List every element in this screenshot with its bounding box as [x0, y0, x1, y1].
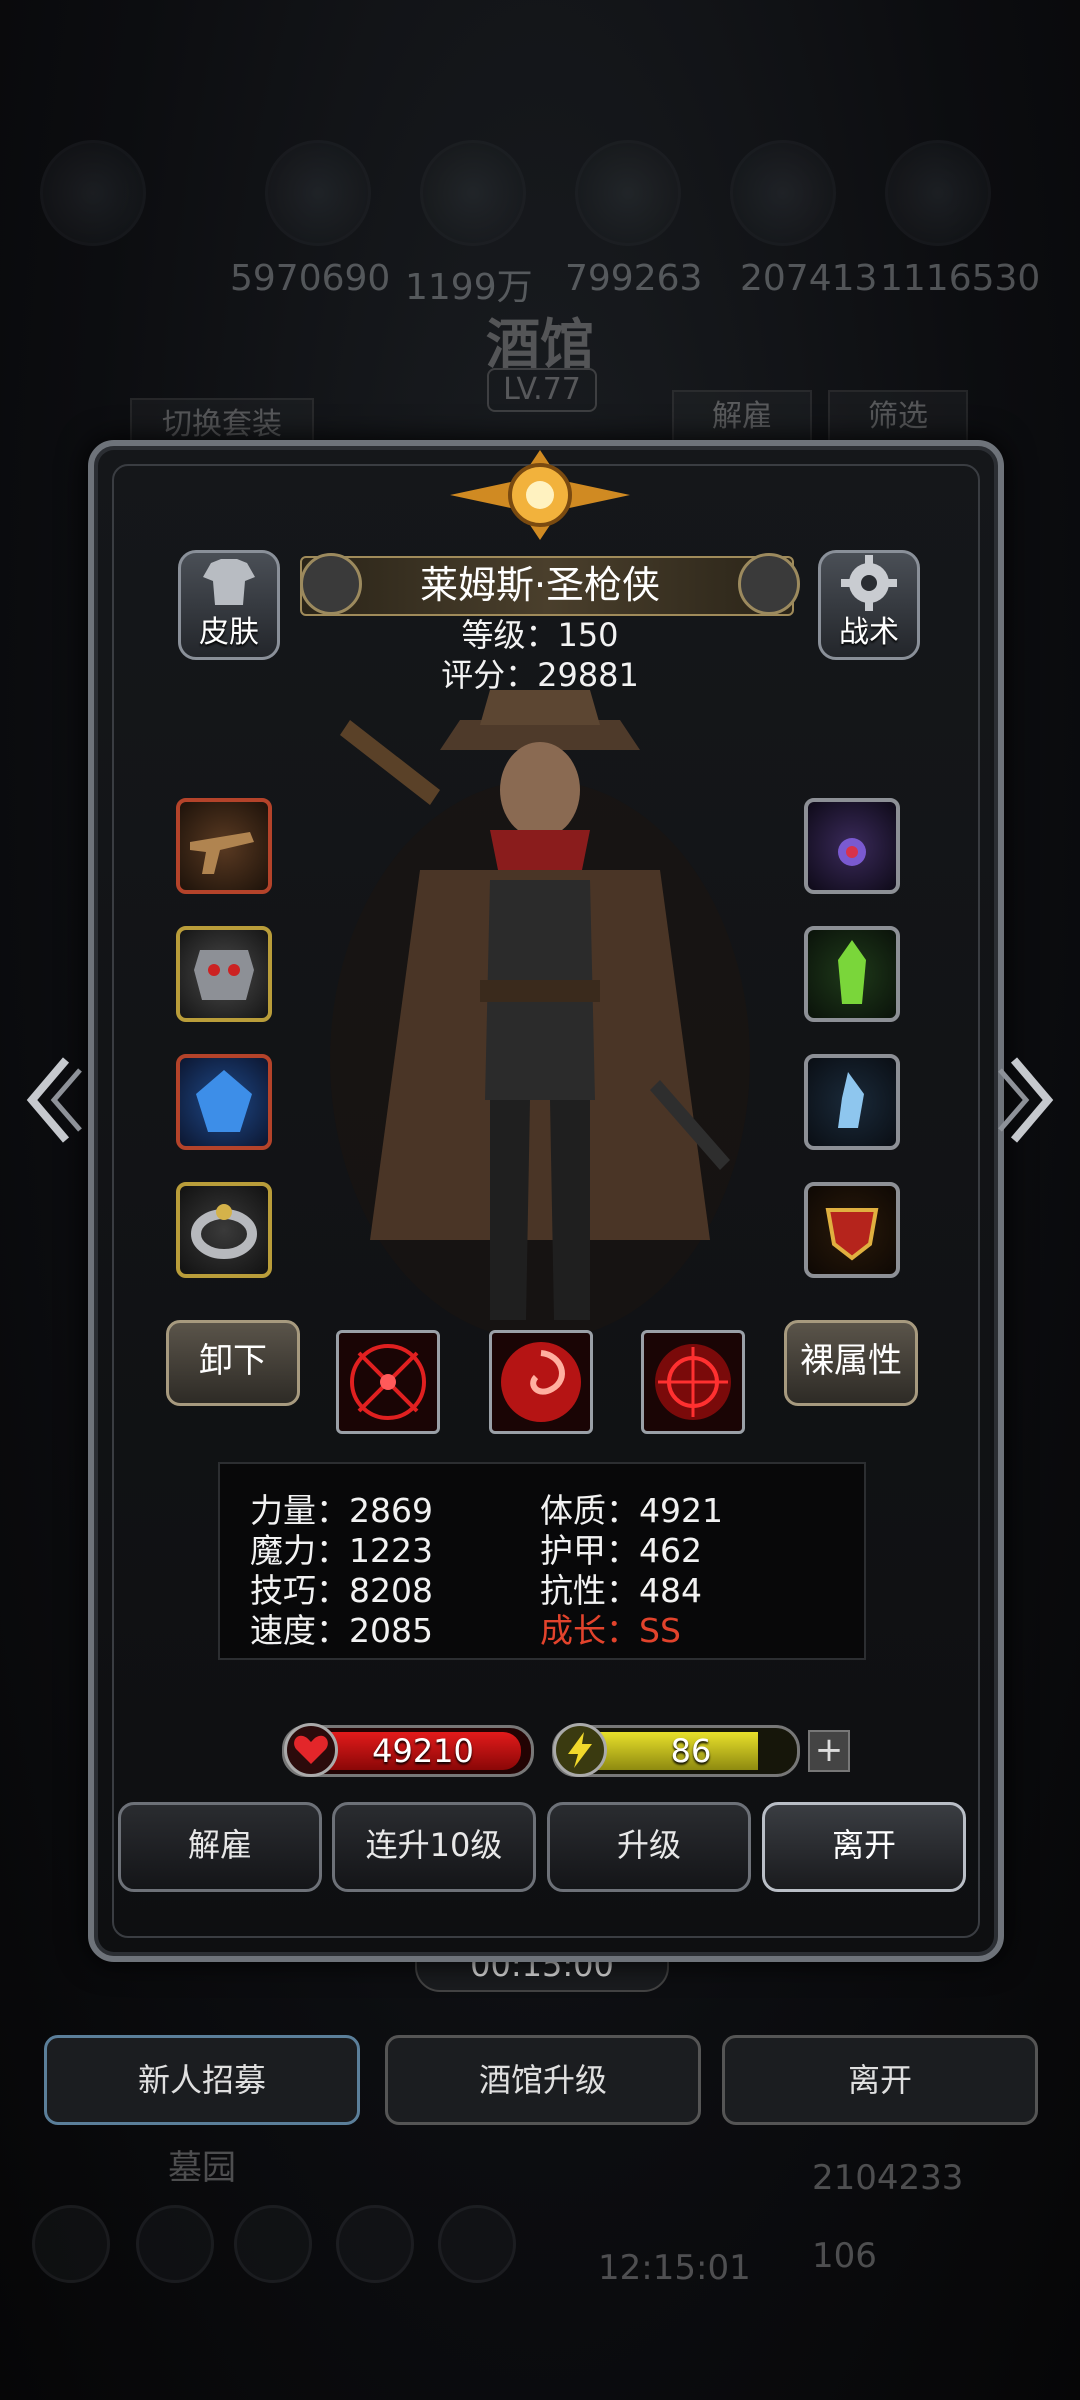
heart-icon	[284, 1723, 338, 1777]
tactic-label: 战术	[839, 615, 899, 650]
equip-slot-green-crystal[interactable]	[804, 926, 900, 1022]
clock-text: 12:15:01	[598, 2248, 751, 2288]
tavern-upgrade-button[interactable]: 酒馆升级	[385, 2035, 701, 2125]
base-attributes-button[interactable]: 裸属性	[784, 1320, 918, 1406]
avatar-icon	[40, 140, 146, 246]
nav-icon	[336, 2205, 414, 2283]
gunslinger-hero-portrait	[330, 690, 750, 1340]
new-recruit-button[interactable]: 新人招募	[44, 2035, 360, 2125]
hp-value: 49210	[372, 1732, 474, 1770]
prev-hero-arrow-icon[interactable]	[16, 1050, 86, 1150]
skill-slot-2[interactable]	[489, 1330, 593, 1434]
skill-slot-1[interactable]	[336, 1330, 440, 1434]
lightning-icon	[553, 1723, 607, 1777]
gear-icon	[841, 555, 897, 611]
tactic-button[interactable]: 战术	[818, 550, 920, 660]
gem-value: 106	[812, 2236, 877, 2276]
armor-icon	[194, 950, 254, 1000]
equip-slot-amulet[interactable]	[804, 798, 900, 894]
cemetery-label: 墓园	[168, 2148, 236, 2188]
nav-icon	[234, 2205, 312, 2283]
resource-value: 207413	[740, 258, 878, 299]
pistol-icon	[190, 832, 254, 874]
resource-icon-3	[575, 140, 681, 246]
nav-icon	[136, 2205, 214, 2283]
resource-icon-1	[265, 140, 371, 246]
dismiss-hero-button[interactable]: 解雇	[118, 1802, 322, 1892]
amulet-icon	[838, 838, 866, 866]
leave-button[interactable]: 离开	[762, 1802, 966, 1892]
red-crest-icon	[825, 1208, 879, 1261]
resource-icon-4	[730, 140, 836, 246]
tavern-level: LV.77	[487, 368, 597, 412]
nav-icon	[32, 2205, 110, 2283]
resource-value: 1116530	[880, 258, 1041, 299]
bg-filter-button: 筛选	[828, 390, 968, 444]
equip-slot-crest[interactable]	[804, 1182, 900, 1278]
green-crystal-icon	[838, 940, 866, 1004]
level-up-button[interactable]: 升级	[547, 1802, 751, 1892]
stat-growth: 成长：SS	[540, 1611, 681, 1650]
crosshair-skill-icon	[350, 1344, 426, 1420]
skin-button[interactable]: 皮肤	[178, 550, 280, 660]
resource-icon-5	[885, 140, 991, 246]
resource-value: 799263	[565, 258, 703, 299]
blue-crystal-icon	[196, 1070, 252, 1132]
hero-stats-panel: 力量：2869 魔力：1223 技巧：8208 速度：2085 体质：4921 …	[218, 1462, 866, 1660]
edit-name-icon[interactable]	[738, 553, 800, 615]
equip-slot-spirit[interactable]	[804, 1054, 900, 1150]
crest-emblem-icon	[450, 450, 630, 540]
equip-slot-pistol[interactable]	[176, 798, 272, 894]
add-energy-button[interactable]: +	[808, 1730, 850, 1772]
equip-slot-gem[interactable]	[176, 1054, 272, 1150]
gold-value: 2104233	[812, 2158, 964, 2198]
hero-name: 莱姆斯·圣枪侠	[419, 563, 661, 607]
energy-value: 86	[670, 1732, 712, 1770]
stat-speed: 速度：2085	[250, 1611, 433, 1650]
next-hero-arrow-icon[interactable]	[994, 1050, 1064, 1150]
shirt-icon	[203, 559, 255, 605]
level-up-10-button[interactable]: 连升10级	[332, 1802, 536, 1892]
nav-icon	[438, 2205, 516, 2283]
resource-row: 5970690 1199万 799263 207413 1116530	[40, 140, 1040, 308]
equip-slot-ring[interactable]	[176, 1182, 272, 1278]
skill-slot-3[interactable]	[641, 1330, 745, 1434]
ring-icon	[191, 1204, 257, 1259]
swirl-skill-icon	[501, 1342, 581, 1422]
resource-icon-2	[420, 140, 526, 246]
blue-spirit-icon	[838, 1072, 864, 1128]
target-skill-icon	[655, 1344, 731, 1420]
equip-slot-armor[interactable]	[176, 926, 272, 1022]
bg-dismiss-button: 解雇	[672, 390, 812, 444]
skin-label: 皮肤	[199, 615, 259, 650]
resource-value: 5970690	[230, 258, 391, 299]
tavern-leave-button[interactable]: 离开	[722, 2035, 1038, 2125]
unequip-button[interactable]: 卸下	[166, 1320, 300, 1406]
